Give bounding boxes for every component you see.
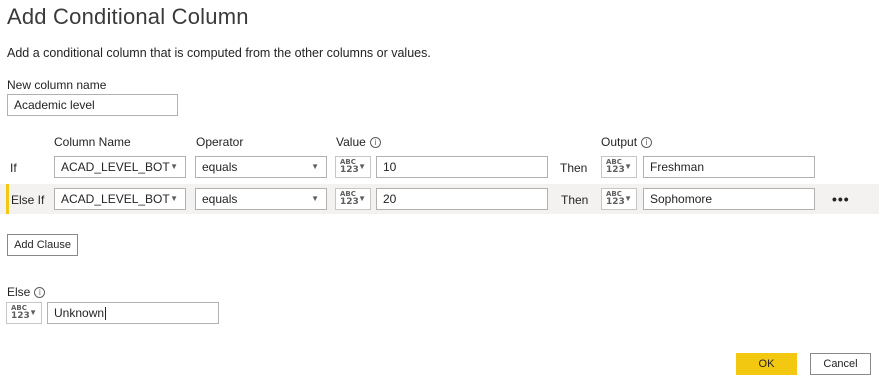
chevron-down-icon: ▼ [358,162,366,171]
chevron-down-icon: ▼ [311,162,319,171]
else-if-column-dropdown[interactable]: ACAD_LEVEL_BOT ▼ [54,188,186,210]
if-label: If [10,161,17,175]
chevron-down-icon: ▼ [170,194,178,203]
if-column-dropdown[interactable]: ACAD_LEVEL_BOT ▼ [54,156,186,178]
if-value-input[interactable]: 10 [376,156,548,178]
value-header: Value i [336,135,381,149]
else-if-column-value: ACAD_LEVEL_BOT [61,192,170,206]
if-operator-value: equals [202,160,238,174]
if-column-value: ACAD_LEVEL_BOT [61,160,170,174]
chevron-down-icon: ▼ [624,162,632,171]
chevron-down-icon: ▼ [311,194,319,203]
chevron-down-icon: ▼ [170,162,178,171]
else-if-operator-value: equals [202,192,238,206]
if-output-type-button[interactable]: ABC 123 ▼ [601,156,637,178]
cancel-button[interactable]: Cancel [810,353,871,375]
else-if-output-input[interactable]: Sophomore [643,188,815,210]
else-if-operator-dropdown[interactable]: equals ▼ [195,188,327,210]
chevron-down-icon: ▼ [29,308,37,317]
chevron-down-icon: ▼ [624,194,632,203]
else-info-icon[interactable]: i [34,287,46,299]
more-options-icon[interactable]: ••• [832,191,850,207]
selected-row-indicator [6,184,9,214]
else-if-value-input[interactable]: 20 [376,188,548,210]
output-info-icon[interactable]: i [641,137,653,149]
else-if-output-type-button[interactable]: ABC 123 ▼ [601,188,637,210]
column-name-header: Column Name [54,135,131,149]
else-if-then-label: Then [561,193,589,207]
dialog-title: Add Conditional Column [7,4,249,29]
value-info-icon[interactable]: i [369,137,381,149]
output-header: Output i [601,135,653,149]
if-output-input[interactable]: Freshman [643,156,815,178]
if-then-label: Then [560,161,588,175]
text-cursor [105,307,107,321]
else-value-input[interactable]: Unknown [47,302,219,324]
else-type-button[interactable]: ABC 123 ▼ [6,302,42,324]
ok-button[interactable]: OK [736,353,797,375]
if-operator-dropdown[interactable]: equals ▼ [195,156,327,178]
else-if-label: Else If [11,193,45,207]
if-value-type-button[interactable]: ABC 123 ▼ [335,156,371,178]
else-label: Else i [7,285,46,299]
operator-header: Operator [196,135,244,149]
chevron-down-icon: ▼ [358,194,366,203]
else-if-value-type-button[interactable]: ABC 123 ▼ [335,188,371,210]
dialog-description: Add a conditional column that is compute… [7,46,431,60]
new-column-name-input[interactable]: Academic level [7,94,178,116]
new-column-name-label: New column name [7,78,107,92]
add-conditional-column-dialog: Add Conditional Column Add a conditional… [0,0,879,384]
add-clause-button[interactable]: Add Clause [7,234,78,256]
